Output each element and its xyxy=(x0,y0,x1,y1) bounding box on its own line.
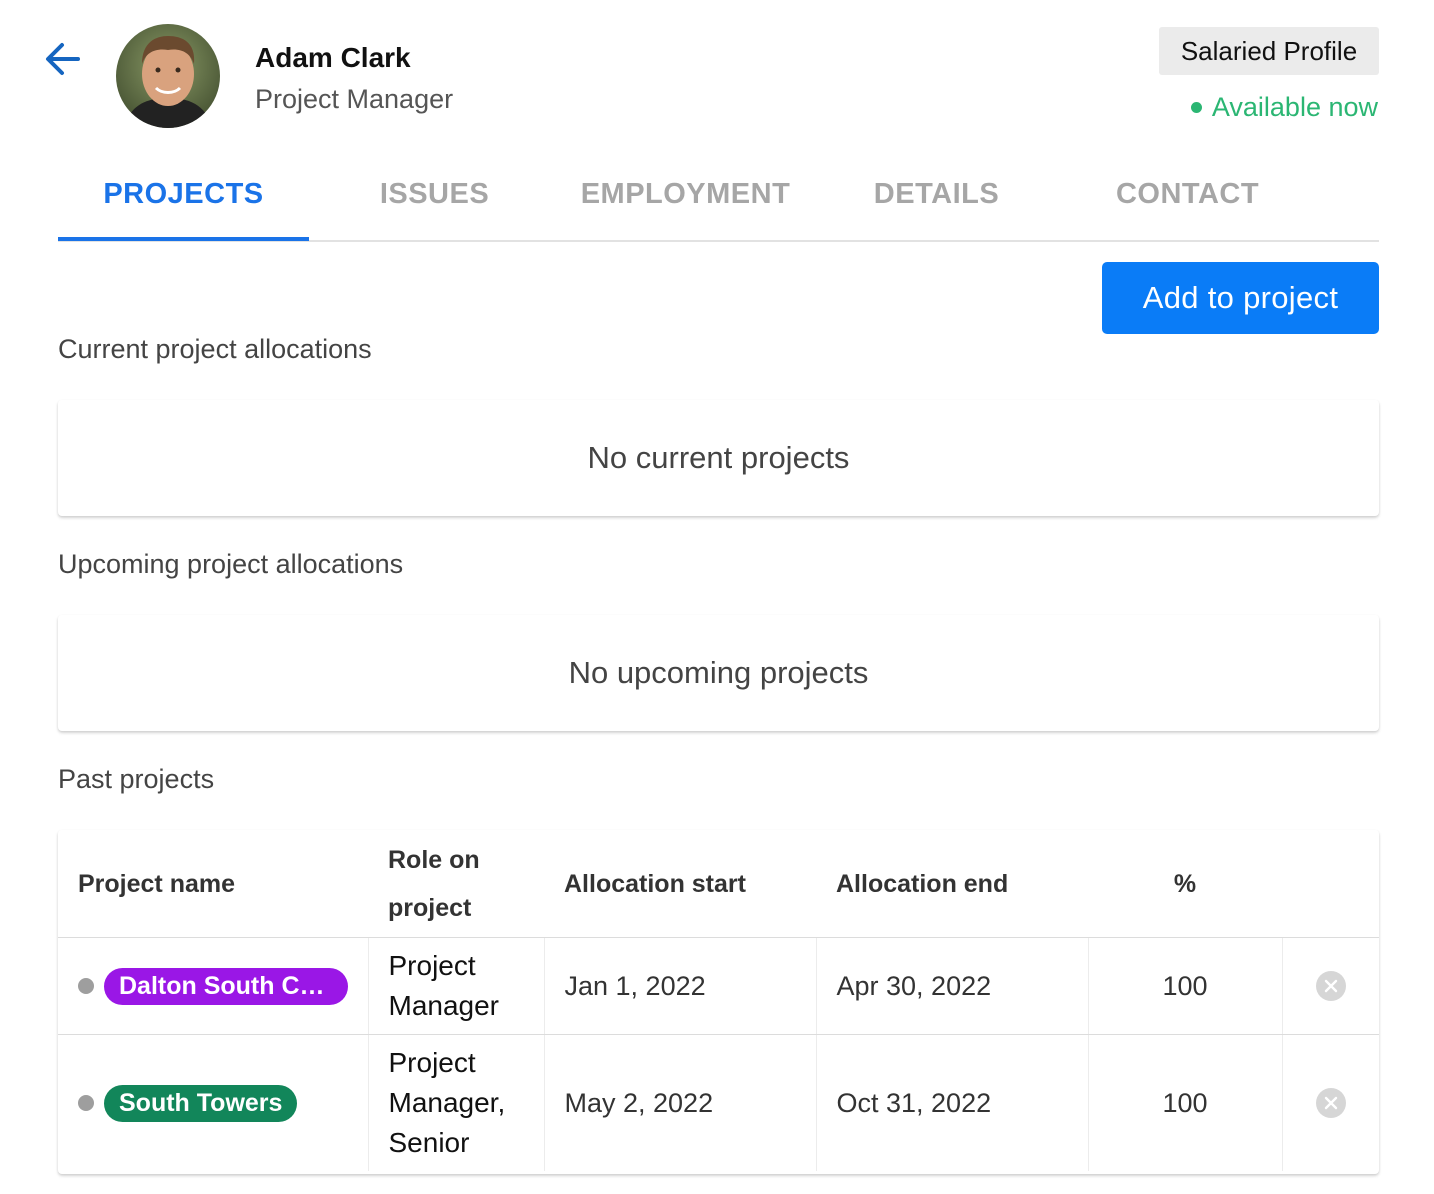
past-projects-title: Past projects xyxy=(58,764,215,794)
col-role: Role on project xyxy=(368,830,544,938)
tab-employment[interactable]: EMPLOYMENT xyxy=(560,160,811,242)
end-date-cell: Apr 30, 2022 xyxy=(816,937,1089,1035)
availability-label: Available now xyxy=(1211,92,1378,122)
col-percent: % xyxy=(1088,830,1282,938)
remove-allocation-button[interactable] xyxy=(1315,971,1346,1001)
project-cell: South Towers xyxy=(58,1034,369,1171)
close-icon xyxy=(1324,979,1337,993)
role-line: Manager xyxy=(388,990,500,1021)
active-tab-indicator xyxy=(58,237,309,241)
employee-name: Adam Clark xyxy=(255,42,411,73)
avatar xyxy=(116,24,220,128)
remove-allocation-button[interactable] xyxy=(1315,1088,1346,1118)
project-chip[interactable]: Dalton South Co... xyxy=(104,967,348,1005)
current-projects-card: No current projects xyxy=(58,400,1379,516)
close-icon xyxy=(1324,1096,1337,1110)
col-role-line1: Role on xyxy=(388,845,480,874)
table-row: Dalton South Co... Project Manager Jan 1… xyxy=(58,937,1379,1035)
status-dot-icon xyxy=(78,978,94,994)
percent-cell: 100 xyxy=(1088,1034,1283,1171)
role-line: Senior xyxy=(388,1127,470,1158)
tab-bar: PROJECTS ISSUES EMPLOYMENT DETAILS CONTA… xyxy=(58,160,1379,242)
add-to-project-button[interactable]: Add to project xyxy=(1102,262,1379,334)
back-button[interactable] xyxy=(42,38,84,80)
upcoming-allocations-title: Upcoming project allocations xyxy=(58,549,404,579)
upcoming-empty-message: No upcoming projects xyxy=(568,655,869,690)
tab-contact[interactable]: CONTACT xyxy=(1062,160,1313,242)
col-role-line2: project xyxy=(388,893,472,922)
current-allocations-title: Current project allocations xyxy=(58,334,372,364)
current-empty-message: No current projects xyxy=(587,440,850,475)
tab-details[interactable]: DETAILS xyxy=(811,160,1062,242)
end-date-cell: Oct 31, 2022 xyxy=(816,1034,1089,1171)
project-chip[interactable]: South Towers xyxy=(104,1084,298,1122)
role-cell: Project Manager xyxy=(368,937,545,1035)
start-date-cell: Jan 1, 2022 xyxy=(544,937,817,1035)
col-project-name: Project name xyxy=(58,830,368,938)
col-allocation-end: Allocation end xyxy=(816,830,1088,938)
percent-cell: 100 xyxy=(1088,937,1283,1035)
actions-cell xyxy=(1282,937,1379,1035)
project-cell: Dalton South Co... xyxy=(58,937,369,1035)
status-dot-icon xyxy=(1190,102,1202,113)
tab-projects[interactable]: PROJECTS xyxy=(58,160,309,242)
table-header-row: Project name Role on project Allocation … xyxy=(58,830,1379,938)
employee-title: Project Manager xyxy=(255,84,454,114)
availability-status: Available now xyxy=(1190,92,1378,123)
col-actions xyxy=(1282,830,1379,938)
start-date-cell: May 2, 2022 xyxy=(544,1034,817,1171)
profile-type-badge: Salaried Profile xyxy=(1159,27,1379,75)
role-line: Project xyxy=(388,950,476,981)
tab-issues[interactable]: ISSUES xyxy=(309,160,560,242)
status-dot-icon xyxy=(78,1095,94,1111)
col-allocation-start: Allocation start xyxy=(544,830,816,938)
role-cell: Project Manager, Senior xyxy=(368,1034,545,1171)
role-line: Project xyxy=(388,1047,476,1078)
table-row: South Towers Project Manager, Senior May… xyxy=(58,1034,1379,1172)
arrow-left-icon xyxy=(46,43,80,75)
past-projects-table: Project name Role on project Allocation … xyxy=(58,830,1379,1171)
role-line: Manager, xyxy=(388,1087,506,1118)
upcoming-projects-card: No upcoming projects xyxy=(58,615,1379,731)
past-projects-table-card: Project name Role on project Allocation … xyxy=(58,830,1379,1174)
actions-cell xyxy=(1282,1035,1379,1172)
